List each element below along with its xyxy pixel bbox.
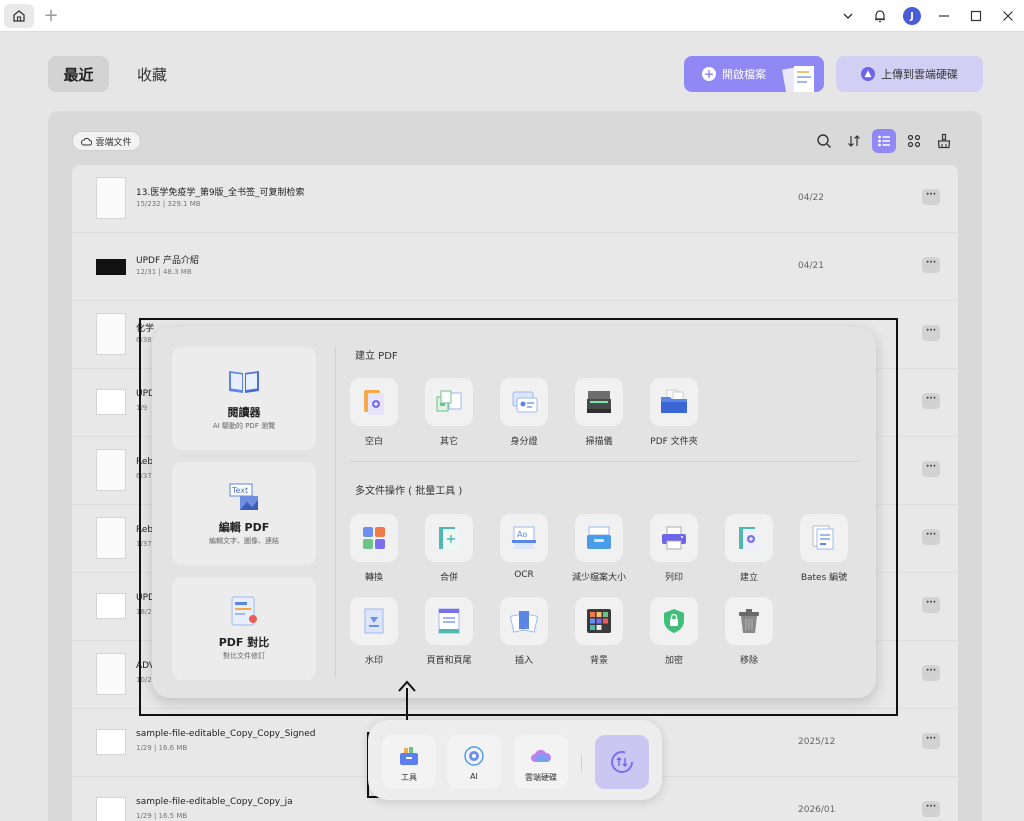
more-button[interactable]: ··· — [922, 597, 940, 613]
tab-favorites[interactable]: 收藏 — [124, 56, 180, 92]
more-button[interactable]: ··· — [922, 393, 940, 409]
close-button[interactable] — [992, 0, 1024, 32]
file-name: UPDF 产品介紹 — [136, 256, 199, 266]
dock-cloud-button[interactable]: 雲端硬碟 — [514, 735, 568, 789]
home-tab[interactable] — [4, 4, 34, 28]
plus-icon: + — [702, 67, 716, 81]
file-thumbnail — [96, 593, 126, 619]
file-name: sample-file-editable_Copy_Copy_Signed — [136, 729, 316, 739]
file-meta: 12/31 | 48.3 MB — [136, 268, 192, 276]
file-date: 2026/01 — [798, 805, 836, 815]
file-row[interactable]: 13.医学免疫学_第9版_全书签_可复制检索 15/232 | 329.1 MB… — [72, 165, 958, 233]
more-button[interactable]: ··· — [922, 665, 940, 681]
notification-button[interactable] — [864, 0, 896, 32]
more-button[interactable]: ··· — [922, 529, 940, 545]
file-thumbnail — [96, 449, 126, 491]
file-date: 2025/12 — [798, 737, 836, 747]
account-button[interactable]: J — [896, 0, 928, 32]
upload-icon: ▲ — [861, 67, 875, 81]
file-row[interactable]: UPDF 产品介紹 12/31 | 48.3 MB 04/21 ··· — [72, 233, 958, 301]
toolbox-icon — [400, 747, 418, 765]
dropdown-button[interactable] — [832, 0, 864, 32]
open-file-label: 開啟檔案 — [722, 68, 766, 81]
close-icon — [1003, 11, 1013, 21]
tab-recent[interactable]: 最近 — [48, 56, 109, 92]
file-meta: 15/232 | 329.1 MB — [136, 200, 201, 208]
broom-icon — [937, 133, 951, 149]
minimize-button[interactable] — [928, 0, 960, 32]
cloud-drive-icon — [531, 749, 552, 762]
more-button[interactable]: ··· — [922, 325, 940, 341]
more-button[interactable]: ··· — [922, 461, 940, 477]
open-file-button[interactable]: + 開啟檔案 — [684, 56, 824, 92]
minimize-icon — [939, 15, 949, 17]
file-meta: 1/29 | 16.5 MB — [136, 812, 188, 820]
grid-view-button[interactable] — [902, 129, 926, 153]
home-icon — [13, 10, 25, 22]
search-button[interactable] — [812, 129, 836, 153]
file-thumbnail — [96, 517, 126, 559]
maximize-button[interactable] — [960, 0, 992, 32]
file-thumbnail — [96, 653, 126, 695]
file-name: sample-file-editable_Copy_Copy_ja — [136, 797, 293, 807]
maximize-icon — [970, 10, 982, 22]
upload-cloud-label: 上傳到雲端硬碟 — [881, 68, 958, 81]
cloud-icon — [81, 137, 93, 145]
file-thumbnail — [96, 313, 126, 355]
clear-button[interactable] — [932, 129, 956, 153]
dock-separator — [581, 754, 582, 772]
sort-icon — [848, 135, 860, 147]
dock-ai-button[interactable]: AI — [447, 735, 501, 789]
list-view-button[interactable] — [872, 129, 896, 153]
dock-sync-button[interactable] — [595, 735, 649, 789]
file-thumbnail — [96, 729, 126, 755]
more-button[interactable]: ··· — [922, 733, 940, 749]
ai-icon — [464, 746, 484, 766]
file-thumbnail — [96, 797, 126, 821]
grid-view-icon — [907, 134, 921, 148]
dock-cloud-label: 雲端硬碟 — [525, 773, 557, 782]
search-icon — [817, 134, 831, 148]
file-meta: 1/29 | 16.6 MB — [136, 744, 188, 752]
dock-tools-button[interactable]: 工具 — [382, 735, 436, 789]
bell-icon — [875, 10, 885, 23]
sort-button[interactable] — [842, 129, 866, 153]
view-toolbar — [812, 129, 956, 153]
dock-ai-label: AI — [470, 772, 478, 781]
cloud-docs-label: 雲端文件 — [95, 137, 132, 148]
new-tab-button[interactable]: + — [40, 6, 62, 28]
more-button[interactable]: ··· — [922, 257, 940, 273]
chevron-down-icon — [843, 13, 853, 19]
sync-icon — [611, 751, 633, 773]
arrow-head-icon — [398, 680, 416, 692]
file-date: 04/21 — [798, 261, 824, 271]
title-bar: + J — [0, 0, 1024, 32]
avatar: J — [903, 7, 921, 25]
file-date: 04/22 — [798, 193, 824, 203]
bottom-dock: 工具 AI 雲端硬碟 — [368, 720, 662, 800]
file-thumbnail — [96, 177, 126, 219]
more-button[interactable]: ··· — [922, 189, 940, 205]
popup-highlight-box — [139, 318, 898, 716]
list-view-icon — [878, 135, 890, 147]
cloud-docs-chip[interactable]: 雲端文件 — [72, 131, 141, 151]
more-button[interactable]: ··· — [922, 801, 940, 817]
dock-tools-label: 工具 — [401, 773, 417, 782]
file-thumbnail — [96, 389, 126, 415]
upload-cloud-button[interactable]: ▲ 上傳到雲端硬碟 — [836, 56, 983, 92]
documents-icon — [782, 66, 814, 92]
file-thumbnail — [96, 259, 126, 275]
file-name: 13.医学免疫学_第9版_全书签_可复制检索 — [136, 188, 305, 198]
